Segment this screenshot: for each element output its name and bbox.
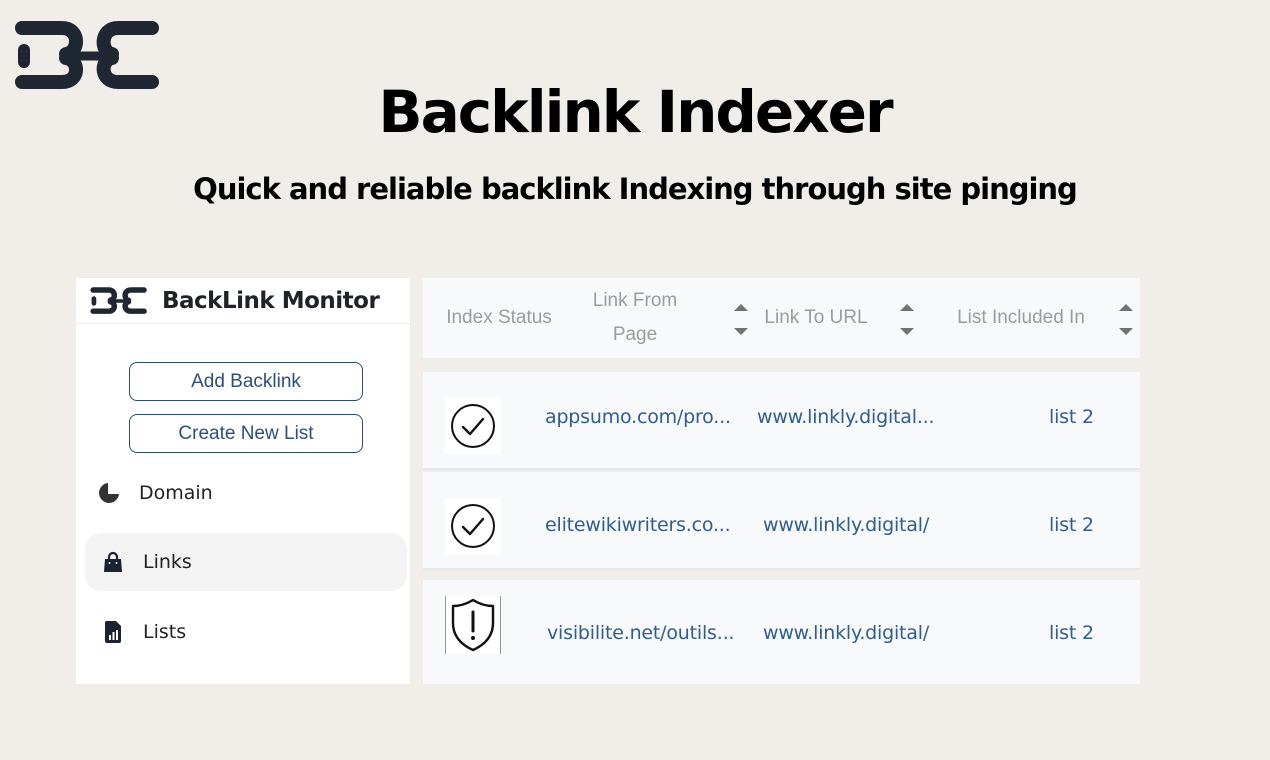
check-circle-icon bbox=[445, 398, 501, 454]
table-header: Index Status Link From Page Link To URL … bbox=[423, 278, 1140, 358]
link-to-url[interactable]: www.linkly.digital/ bbox=[763, 514, 929, 536]
link-to-url[interactable]: www.linkly.digital... bbox=[757, 406, 935, 428]
list-included-in[interactable]: list 2 bbox=[1049, 406, 1094, 428]
shopping-bag-icon bbox=[101, 550, 125, 574]
sidebar-item-lists[interactable]: Lists bbox=[85, 603, 407, 661]
sidebar: BackLink Monitor Add Backlink Create New… bbox=[76, 278, 410, 684]
link-from-page[interactable]: appsumo.com/pro... bbox=[545, 406, 731, 428]
column-header-link-from-page[interactable]: Link From Page bbox=[571, 278, 699, 358]
list-included-in[interactable]: list 2 bbox=[1049, 514, 1094, 536]
sidebar-item-domain[interactable]: Domain bbox=[85, 464, 407, 522]
link-from-page[interactable]: visibilite.net/outils... bbox=[547, 622, 734, 644]
table-row: appsumo.com/pro... www.linkly.digital...… bbox=[423, 372, 1140, 470]
sort-descending-icon bbox=[900, 328, 914, 335]
app-title: BackLink Monitor bbox=[162, 287, 380, 314]
hero-title: Backlink Indexer bbox=[378, 78, 893, 146]
sort-ascending-icon bbox=[734, 304, 748, 311]
document-chart-icon bbox=[101, 620, 125, 644]
sort-ascending-icon bbox=[900, 304, 914, 311]
pie-chart-icon bbox=[97, 481, 121, 505]
table-row: visibilite.net/outils... www.linkly.digi… bbox=[423, 580, 1140, 684]
sort-link-to-url-toggle[interactable] bbox=[897, 300, 915, 340]
column-header-index-status: Index Status bbox=[446, 307, 552, 328]
column-header-list-included-in[interactable]: List Included In bbox=[943, 278, 1099, 358]
app-logo-icon bbox=[90, 286, 147, 314]
sidebar-item-label: Domain bbox=[139, 482, 213, 504]
link-from-page[interactable]: elitewikiwriters.co... bbox=[545, 514, 731, 536]
create-new-list-button[interactable]: Create New List bbox=[129, 414, 363, 453]
sort-descending-icon bbox=[1119, 328, 1133, 335]
sidebar-header: BackLink Monitor bbox=[76, 278, 410, 324]
sort-ascending-icon bbox=[1119, 304, 1133, 311]
link-to-url[interactable]: www.linkly.digital/ bbox=[763, 622, 929, 644]
column-header-link-to-url[interactable]: Link To URL bbox=[753, 278, 879, 358]
table-row: elitewikiwriters.co... www.linkly.digita… bbox=[423, 472, 1140, 570]
sidebar-item-links[interactable]: Links bbox=[85, 533, 407, 591]
sort-list-included-in-toggle[interactable] bbox=[1116, 300, 1134, 340]
add-backlink-button[interactable]: Add Backlink bbox=[129, 362, 363, 401]
sidebar-item-label: Links bbox=[143, 551, 192, 573]
list-included-in[interactable]: list 2 bbox=[1049, 622, 1094, 644]
sidebar-item-label: Lists bbox=[143, 621, 187, 643]
hero-subtitle: Quick and reliable backlink Indexing thr… bbox=[193, 172, 1078, 206]
check-circle-icon bbox=[445, 498, 501, 554]
shield-alert-icon bbox=[445, 596, 501, 654]
sort-link-from-page-toggle[interactable] bbox=[731, 300, 749, 340]
sort-descending-icon bbox=[734, 328, 748, 335]
